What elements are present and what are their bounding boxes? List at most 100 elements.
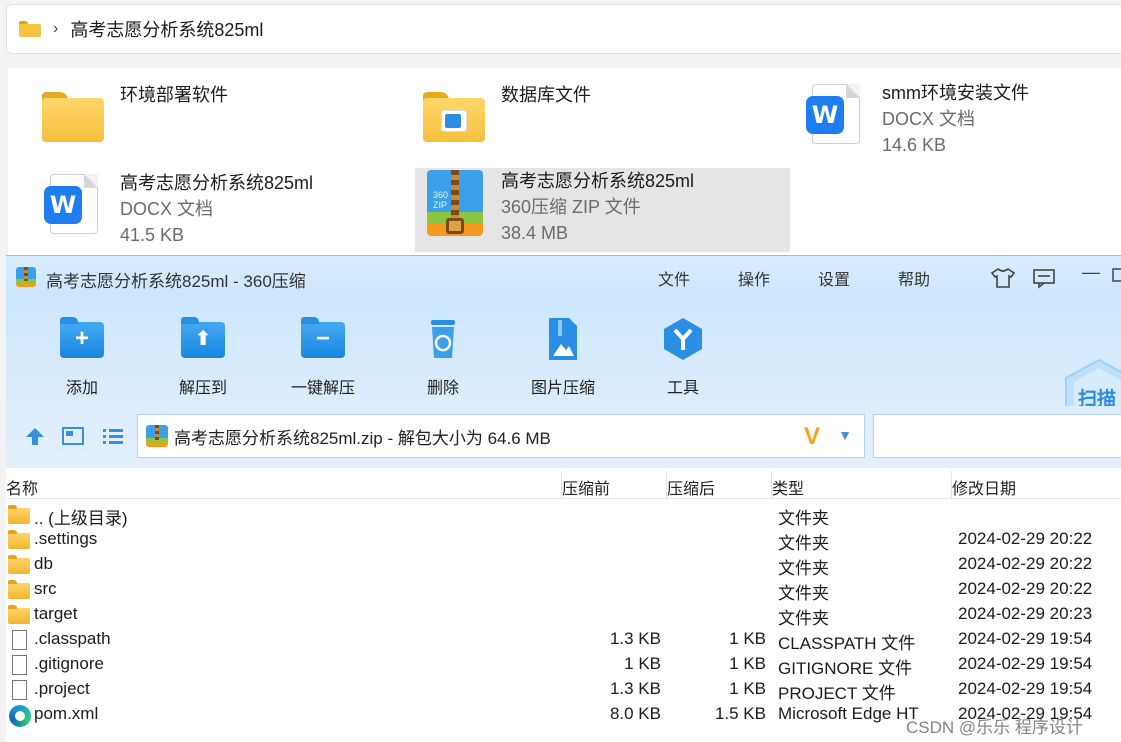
file-list-header: 名称 压缩前 压缩后 类型 修改日期 <box>6 471 1121 499</box>
wps-doc-icon: W <box>40 170 108 238</box>
row-type: 文件夹 <box>778 609 829 628</box>
row-size-after: 1 KB <box>729 679 766 698</box>
row-type: 文件夹 <box>778 559 829 578</box>
folder-icon <box>40 82 108 150</box>
watermark: CSDN @乐乐 程序设计 <box>906 718 1083 737</box>
zip-window: 高考志愿分析系统825ml - 360压缩 文件 操作 设置 帮助 — + 添加… <box>6 255 1121 742</box>
breadcrumb[interactable]: 高考志愿分析系统825ml <box>70 16 263 42</box>
table-row[interactable]: .project 1.3 KB 1 KB PROJECT 文件 2024-02-29 1… <box>6 677 1121 703</box>
row-date: 2024-02-29 20:22 <box>958 579 1093 598</box>
table-row[interactable]: .. (上级目录) 文件夹 <box>6 502 1121 528</box>
column-modified-date[interactable]: 修改日期 <box>952 475 1016 499</box>
table-row[interactable]: .gitignore 1 KB 1 KB GITIGNORE 文件 2024-02-29… <box>6 652 1121 678</box>
archive-path: 高考志愿分析系统825ml.zip - 解包大小为 64.6 MB <box>174 428 551 448</box>
row-name: pom.xml <box>34 704 99 723</box>
file-list: .. (上级目录) 文件夹 .settings 文件夹 2024-02-29 20:22… <box>6 502 1121 727</box>
minimize-icon[interactable]: — <box>1082 262 1100 283</box>
file-item[interactable]: 数据库文件 <box>421 82 781 162</box>
row-size-before: 1 KB <box>624 654 661 673</box>
list-view-icon[interactable] <box>102 426 124 452</box>
one-click-extract-button[interactable]: − 一键解压 <box>278 316 368 398</box>
zip-archive-icon <box>146 425 168 447</box>
row-type: 文件夹 <box>778 509 829 528</box>
file-item[interactable]: W smm环境安装文件 DOCX 文档 14.6 KB <box>802 80 1121 170</box>
explorer-address-bar[interactable]: › 高考志愿分析系统825ml <box>6 4 1121 54</box>
feedback-icon[interactable] <box>1032 267 1056 294</box>
row-name: .. (上级目录) <box>34 509 128 528</box>
file-name: 数据库文件 <box>501 85 591 105</box>
skin-icon[interactable] <box>990 267 1016 294</box>
file-item[interactable]: W 高考志愿分析系统825ml DOCX 文档 41.5 KB <box>40 170 400 252</box>
wps-doc-icon: W <box>802 80 870 148</box>
file-icon <box>8 655 30 675</box>
verify-v-icon[interactable]: V <box>804 423 820 451</box>
file-type: DOCX 文档 <box>120 199 214 219</box>
one-click-extract-icon: − <box>299 316 347 362</box>
image-compress-button[interactable]: 图片压缩 <box>518 316 608 398</box>
file-type: 360压缩 ZIP 文件 <box>501 197 641 217</box>
table-row[interactable]: src 文件夹 2024-02-29 20:22 <box>6 577 1121 603</box>
tool-label: 添加 <box>65 380 98 397</box>
search-input[interactable] <box>873 414 1121 458</box>
tools-button[interactable]: 工具 <box>638 316 728 398</box>
add-button[interactable]: + 添加 <box>37 316 127 398</box>
column-type[interactable]: 类型 <box>772 475 804 499</box>
tool-label: 解压到 <box>178 380 227 397</box>
row-name: .classpath <box>34 629 111 648</box>
zip-address-bar: 高考志愿分析系统825ml.zip - 解包大小为 64.6 MB V ▼ <box>6 406 1121 468</box>
add-icon: + <box>58 316 106 362</box>
zip-titlebar[interactable]: 高考志愿分析系统825ml - 360压缩 文件 操作 设置 帮助 — <box>6 256 1121 296</box>
row-size-before: 1.3 KB <box>609 629 661 648</box>
menu-file[interactable]: 文件 <box>658 266 690 290</box>
table-row[interactable]: .classpath 1.3 KB 1 KB CLASSPATH 文件 2024-02-… <box>6 627 1121 653</box>
image-compress-icon <box>539 316 587 362</box>
row-type: Microsoft Edge HT <box>778 704 919 723</box>
table-row[interactable]: target 文件夹 2024-02-29 20:23 <box>6 602 1121 628</box>
row-date: 2024-02-29 20:22 <box>958 529 1093 548</box>
menu-help[interactable]: 帮助 <box>898 266 930 290</box>
folder-icon <box>8 580 30 600</box>
column-size-before[interactable]: 压缩前 <box>562 475 610 499</box>
folder-icon <box>8 505 30 525</box>
row-type: PROJECT 文件 <box>778 684 896 703</box>
row-name: .project <box>34 679 90 698</box>
tool-label: 图片压缩 <box>530 380 595 397</box>
chevron-down-icon[interactable]: ▼ <box>838 427 852 443</box>
file-name: 高考志愿分析系统825ml <box>120 173 314 193</box>
file-item[interactable]: 环境部署软件 <box>40 82 400 162</box>
column-name[interactable]: 名称 <box>6 475 38 499</box>
thumbnail-view-icon[interactable] <box>62 426 84 452</box>
column-size-after[interactable]: 压缩后 <box>667 475 715 499</box>
edge-icon <box>8 705 31 727</box>
file-size: 41.5 KB <box>120 225 185 245</box>
folder-icon <box>421 82 489 150</box>
row-size-after: 1 KB <box>729 629 766 648</box>
delete-icon <box>419 316 467 362</box>
chevron-right-icon: › <box>53 20 59 37</box>
delete-button[interactable]: 删除 <box>398 316 488 398</box>
file-item-selected[interactable]: 360 ZIP 高考志愿分析系统825ml 360压缩 ZIP 文件 38.4 M… <box>415 168 790 252</box>
table-row[interactable]: .settings 文件夹 2024-02-29 20:22 <box>6 527 1121 553</box>
row-size-after: 1 KB <box>729 654 766 673</box>
zip-archive-icon: 360 ZIP <box>421 168 489 236</box>
table-row[interactable]: db 文件夹 2024-02-29 20:22 <box>6 552 1121 578</box>
tools-icon <box>659 316 707 362</box>
folder-icon <box>8 530 30 550</box>
row-name: db <box>34 554 53 573</box>
row-date: 2024-02-29 19:54 <box>958 679 1093 698</box>
archive-path-field[interactable]: 高考志愿分析系统825ml.zip - 解包大小为 64.6 MB V ▼ <box>137 414 865 458</box>
folder-icon <box>8 555 30 575</box>
maximize-icon[interactable] <box>1112 266 1121 287</box>
row-date: 2024-02-29 19:54 <box>958 629 1093 648</box>
row-name: target <box>34 604 78 623</box>
row-name: src <box>34 579 57 598</box>
menu-operation[interactable]: 操作 <box>738 266 770 290</box>
row-type: 文件夹 <box>778 584 829 603</box>
row-name: .gitignore <box>34 654 104 673</box>
file-name: 高考志愿分析系统825ml <box>501 171 695 191</box>
up-arrow-icon[interactable] <box>24 426 46 452</box>
tool-label: 工具 <box>666 380 699 397</box>
folder-icon <box>19 21 41 37</box>
menu-settings[interactable]: 设置 <box>818 266 850 290</box>
extract-to-button[interactable]: ⬆ 解压到 <box>158 316 248 398</box>
